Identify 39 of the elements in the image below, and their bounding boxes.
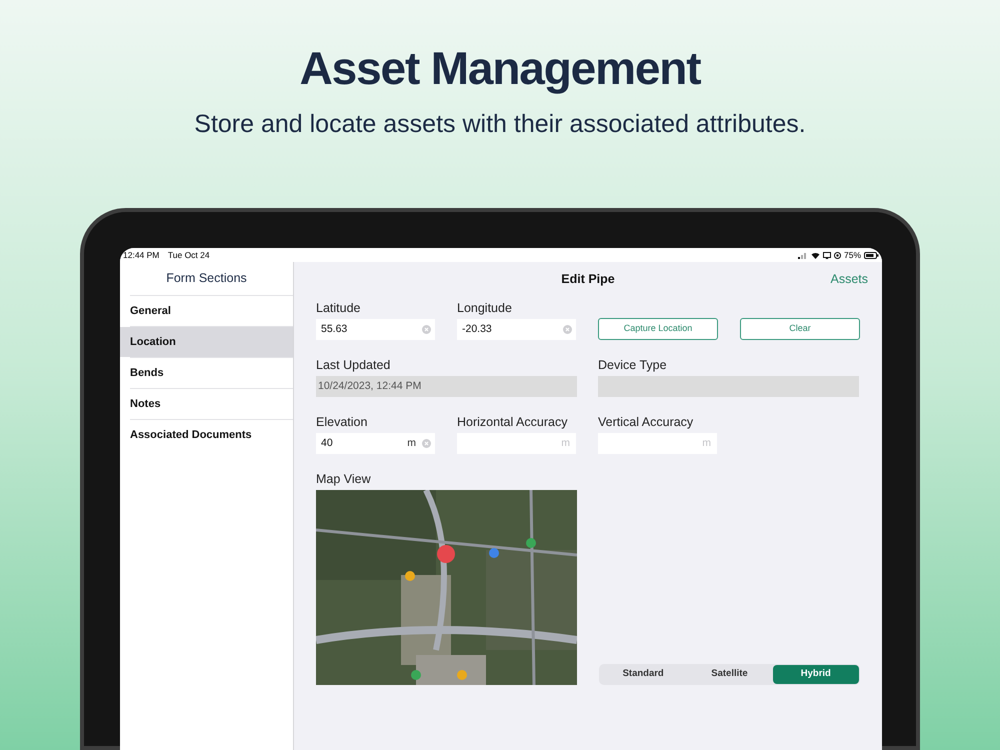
nav-title: Edit Pipe [561,270,615,288]
battery-icon [864,252,879,258]
map-type-tab[interactable]: Hybrid [772,665,859,684]
map-type-tab[interactable]: Satellite [686,665,773,684]
readonly-field: 10/24/2023, 12:44 PM [316,376,577,397]
battery-percent: 75% [844,248,861,262]
field-value: 40 [321,436,334,451]
wifi-icon [810,252,820,258]
unit-label: m [407,436,416,451]
unit-label: m [561,436,570,451]
sidebar-item[interactable]: Location [120,327,293,357]
screen-mirror-icon [822,252,831,258]
field-value: 55.63 [321,322,348,337]
map-type-tab[interactable]: Standard [600,665,686,684]
field-label: Map View [316,471,372,487]
field-value: -20.33 [462,322,493,337]
clear-button[interactable]: Clear [740,318,860,340]
status-time: 12:44 PM Tue Oct 24 [123,248,210,262]
field-label: Longitude [457,300,513,316]
capture-button[interactable]: Capture Location [598,318,718,340]
signal-icon [798,252,808,258]
unit-label: m [702,436,711,451]
clear-icon[interactable] [422,325,431,334]
input-field[interactable]: -20.33 [457,319,576,340]
field-label: Elevation [316,414,368,430]
field-label: Latitude [316,300,362,316]
page-subtitle: Store and locate assets with their associated attributes. [194,109,806,140]
clear-icon[interactable] [422,439,431,448]
field-label: Vertical Accuracy [598,414,694,430]
clear-icon[interactable] [563,325,572,334]
sidebar-title: Form Sections [166,270,247,288]
field-label: Horizontal Accuracy [457,414,568,430]
input-field[interactable]: 40 m [316,433,435,454]
input-field[interactable]: 55.63 [316,319,435,340]
field-label: Device Type [598,357,668,373]
field-label: Last Updated [316,357,392,373]
location-icon [834,252,841,258]
assets-link[interactable]: Assets [830,270,868,288]
page-title: Asset Management [300,41,700,96]
